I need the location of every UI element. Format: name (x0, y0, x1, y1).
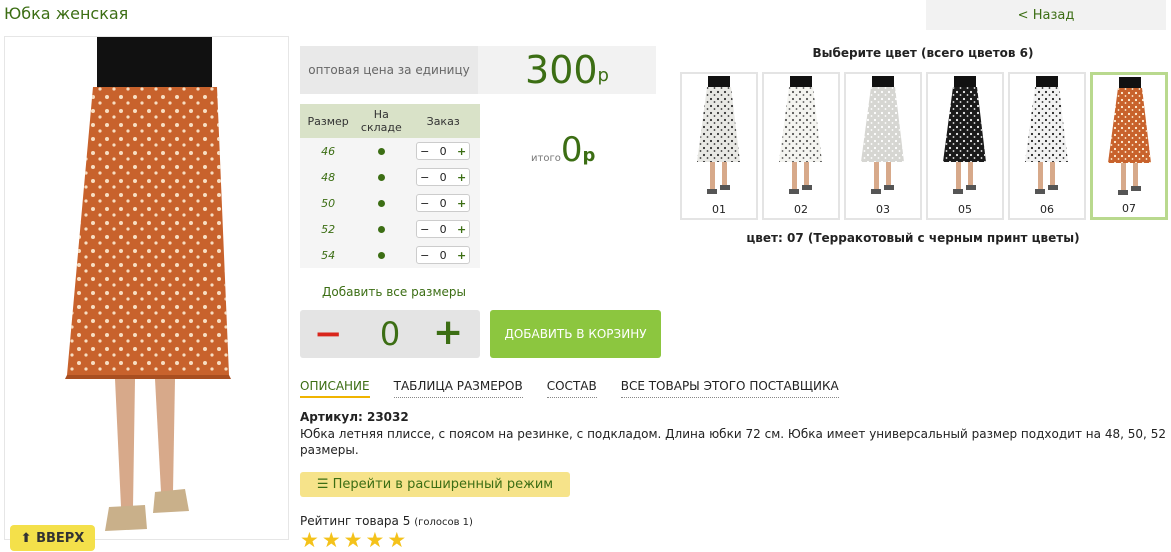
tab-composition[interactable]: СОСТАВ (546, 379, 597, 398)
total-number: 0 (560, 130, 583, 170)
total-label: итого (531, 153, 561, 164)
stepper-value[interactable]: 0 (440, 197, 447, 210)
stock-header: На складе (356, 104, 407, 138)
extended-mode-button[interactable]: ☰ Перейти в расширенный режим (300, 472, 570, 497)
star-icon[interactable]: ★ (365, 530, 384, 551)
color-thumbnail-07[interactable]: 07 (1090, 72, 1168, 220)
size-header: Размер (300, 104, 357, 138)
color-picker-title: Выберите цвет (всего цветов 6) (812, 46, 1034, 60)
color-code-label: 06 (1040, 203, 1054, 216)
quantity-stepper[interactable]: −0 + (416, 194, 471, 212)
stepper-value[interactable]: 0 (440, 223, 447, 236)
tab-description[interactable]: ОПИСАНИЕ (300, 379, 370, 398)
quantity-stepper[interactable]: −0 + (416, 246, 471, 264)
rating-stars[interactable]: ★ ★ ★ ★ ★ (300, 530, 406, 551)
skirt-thumbnail-image (861, 76, 904, 194)
selected-color-text: цвет: 07 (Терракотовый с черным принт цв… (746, 231, 1080, 245)
skirt-thumbnail-image (943, 76, 986, 194)
price-label: оптовая цена за единицу (300, 46, 478, 94)
add-to-cart-button[interactable]: ДОБАВИТЬ В КОРЗИНУ (490, 310, 661, 358)
star-icon[interactable]: ★ (300, 530, 319, 551)
table-row: 46 −0 + (300, 138, 480, 164)
size-table: Размер На складе Заказ 46 −0 + 48 −0 + 50 … (300, 104, 480, 268)
stepper-plus-button[interactable]: + (457, 171, 466, 184)
stepper-plus-button[interactable]: + (457, 249, 466, 262)
size-cell: 54 (300, 242, 357, 268)
color-code-label: 05 (958, 203, 972, 216)
skirt-thumbnail-image (779, 76, 822, 194)
article-number: Артикул: 23032 (300, 410, 409, 424)
color-thumbnail-01[interactable]: 01 (680, 72, 758, 220)
in-stock-dot (377, 199, 385, 207)
tab-supplier-products[interactable]: ВСЕ ТОВАРЫ ЭТОГО ПОСТАВЩИКА (620, 379, 839, 398)
order-total: итого 0 р (531, 130, 595, 170)
table-row: 54 −0 + (300, 242, 480, 268)
size-cell: 52 (300, 216, 357, 242)
stepper-plus-button[interactable]: + (457, 223, 466, 236)
scroll-top-button[interactable]: ⬆ ВВЕРХ (10, 525, 95, 551)
color-thumbnail-02[interactable]: 02 (762, 72, 840, 220)
rating-text: Рейтинг товара 5 (голосов 1) (300, 514, 473, 528)
stepper-minus-button[interactable]: − (420, 171, 429, 184)
size-cell: 50 (300, 190, 357, 216)
size-cell: 46 (300, 138, 357, 164)
stepper-plus-button[interactable]: + (457, 145, 466, 158)
color-thumbnail-06[interactable]: 06 (1008, 72, 1086, 220)
color-code-label: 01 (712, 203, 726, 216)
quantity-value[interactable]: 0 (370, 315, 410, 353)
total-currency: р (582, 145, 596, 166)
star-icon[interactable]: ★ (344, 530, 363, 551)
add-all-sizes-link[interactable]: Добавить все размеры (322, 285, 466, 299)
skirt-thumbnail-image (1025, 76, 1068, 194)
order-header: Заказ (406, 104, 480, 138)
rating-label: Рейтинг товара 5 (300, 514, 411, 528)
color-thumbnail-03[interactable]: 03 (844, 72, 922, 220)
skirt-thumbnail-image (697, 76, 740, 194)
tab-size-chart[interactable]: ТАБЛИЦА РАЗМЕРОВ (393, 379, 523, 398)
star-icon[interactable]: ★ (322, 530, 341, 551)
color-code-label: 02 (794, 203, 808, 216)
product-main-photo[interactable] (4, 36, 289, 540)
stepper-plus-button[interactable]: + (457, 197, 466, 210)
color-thumbnail-05[interactable]: 05 (926, 72, 1004, 220)
price-number: 300 (525, 48, 598, 92)
quantity-stepper[interactable]: −0 + (416, 168, 471, 186)
quantity-plus-button[interactable]: + (433, 314, 463, 352)
stepper-value[interactable]: 0 (440, 249, 447, 262)
stepper-minus-button[interactable]: − (420, 145, 429, 158)
price-box: оптовая цена за единицу 300 р (300, 46, 656, 94)
table-row: 52 −0 + (300, 216, 480, 242)
rating-votes: (голосов 1) (414, 517, 473, 528)
product-description: Юбка летняя плиссе, с поясом на резинке,… (300, 427, 1166, 457)
stepper-minus-button[interactable]: − (420, 223, 429, 236)
in-stock-dot (377, 173, 385, 181)
quantity-stepper[interactable]: −0 + (416, 142, 471, 160)
stepper-minus-button[interactable]: − (420, 249, 429, 262)
price-value: 300 р (478, 46, 656, 94)
back-link[interactable]: < Назад (926, 0, 1166, 30)
in-stock-dot (377, 147, 385, 155)
skirt-thumbnail-image (1108, 77, 1151, 195)
color-code-label: 03 (876, 203, 890, 216)
in-stock-dot (377, 225, 385, 233)
quantity-stepper[interactable]: −0 + (416, 220, 471, 238)
price-currency: р (597, 64, 609, 86)
stepper-value[interactable]: 0 (440, 145, 447, 158)
table-row: 48 −0 + (300, 164, 480, 190)
quantity-minus-button[interactable]: − (314, 317, 343, 351)
color-thumbnails: 01 02 03 05 06 07 (680, 72, 1171, 220)
stepper-minus-button[interactable]: − (420, 197, 429, 210)
skirt-photo (65, 37, 231, 531)
in-stock-dot (377, 251, 385, 259)
info-tabs: ОПИСАНИЕ ТАБЛИЦА РАЗМЕРОВ СОСТАВ ВСЕ ТОВ… (300, 379, 863, 398)
quantity-control: − 0 + (300, 310, 480, 358)
size-cell: 48 (300, 164, 357, 190)
table-row: 50 −0 + (300, 190, 480, 216)
color-code-label: 07 (1122, 202, 1136, 215)
page-title: Юбка женская (4, 4, 129, 23)
stepper-value[interactable]: 0 (440, 171, 447, 184)
star-icon[interactable]: ★ (387, 530, 406, 551)
